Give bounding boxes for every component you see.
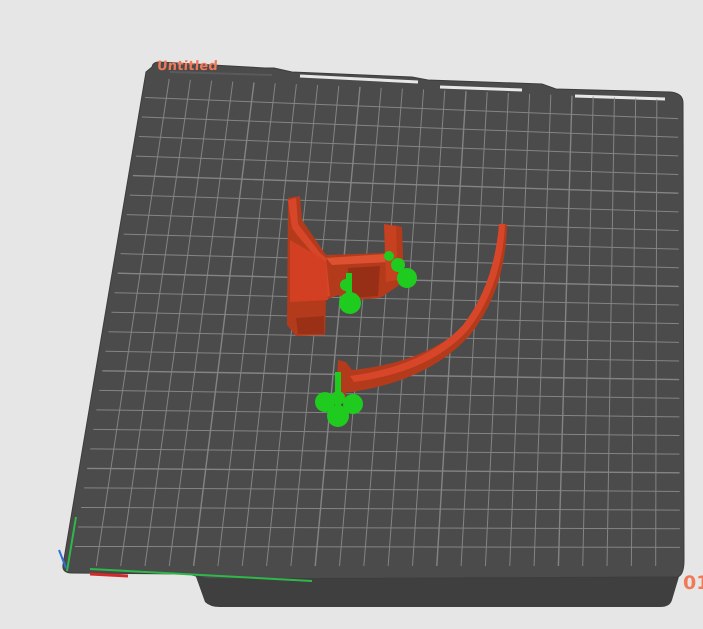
3d-viewport[interactable]: Untitled 01 [0, 0, 703, 625]
plate-name-label[interactable]: Untitled [156, 59, 218, 74]
plate-index-label: 01 [683, 572, 703, 594]
build-plate-scene[interactable] [0, 0, 703, 625]
